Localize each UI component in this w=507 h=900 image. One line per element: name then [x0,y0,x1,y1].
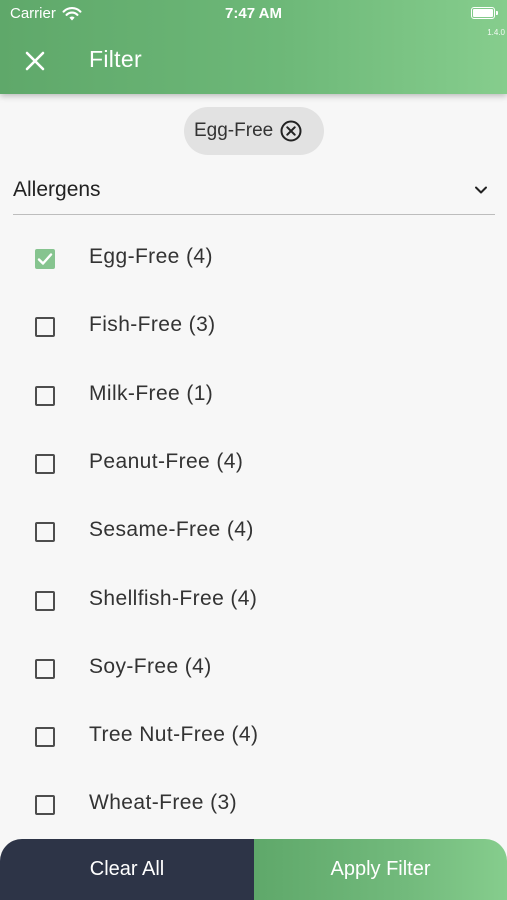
checkbox[interactable] [35,795,55,816]
option-label: Sesame-Free (4) [89,518,254,542]
option-label: Tree Nut-Free (4) [89,723,259,747]
allergens-section-header[interactable]: Allergens [13,170,495,215]
status-time: 7:47 AM [225,5,282,22]
option-label: Egg-Free (4) [89,245,213,268]
close-icon[interactable] [22,48,48,74]
section-title: Allergens [13,178,101,201]
list-item[interactable]: Shellfish-Free (4) [0,567,507,635]
checkbox[interactable] [35,727,55,748]
check-icon [37,253,53,265]
option-label: Soy-Free (4) [89,654,212,678]
option-label: Shellfish-Free (4) [89,586,258,610]
toolbar: Filter [0,36,507,84]
list-item[interactable]: Soy-Free (4) [0,635,507,703]
checkbox[interactable] [35,453,55,474]
remove-circle-icon[interactable] [279,119,303,143]
chip-label: Egg-Free [194,120,274,141]
app-header: Carrier 7:47 AM 1.4.0 Filter [0,0,507,94]
checkbox-checked[interactable] [35,249,55,269]
checkbox[interactable] [35,385,55,406]
list-item[interactable]: Wheat-Free (3) [0,771,507,839]
chevron-down-icon [473,182,489,198]
option-label: Peanut-Free (4) [89,449,244,473]
clear-all-button[interactable]: Clear All [0,839,254,900]
status-bar: Carrier 7:47 AM 1.4.0 [0,0,507,37]
battery-icon [471,7,498,19]
list-item[interactable]: Egg-Free (4) [0,225,507,293]
option-label: Fish-Free (3) [89,313,216,337]
option-label: Milk-Free (1) [89,381,214,405]
list-item[interactable]: Peanut-Free (4) [0,430,507,498]
checkbox[interactable] [35,317,55,338]
selected-filter-chip[interactable]: Egg-Free [184,107,324,155]
list-item[interactable]: Tree Nut-Free (4) [0,703,507,771]
apply-filter-button[interactable]: Apply Filter [254,839,507,900]
checkbox[interactable] [35,658,55,679]
page-title: Filter [89,46,142,72]
checkbox[interactable] [35,522,55,543]
checkbox[interactable] [35,590,55,611]
list-item[interactable]: Milk-Free (1) [0,362,507,430]
list-item[interactable]: Sesame-Free (4) [0,498,507,566]
bottom-action-bar: Clear All Apply Filter [0,839,507,900]
filter-screen: Carrier 7:47 AM 1.4.0 Filter Egg-Free Al… [0,0,507,900]
list-item[interactable]: Fish-Free (3) [0,293,507,361]
option-label: Wheat-Free (3) [89,791,237,815]
